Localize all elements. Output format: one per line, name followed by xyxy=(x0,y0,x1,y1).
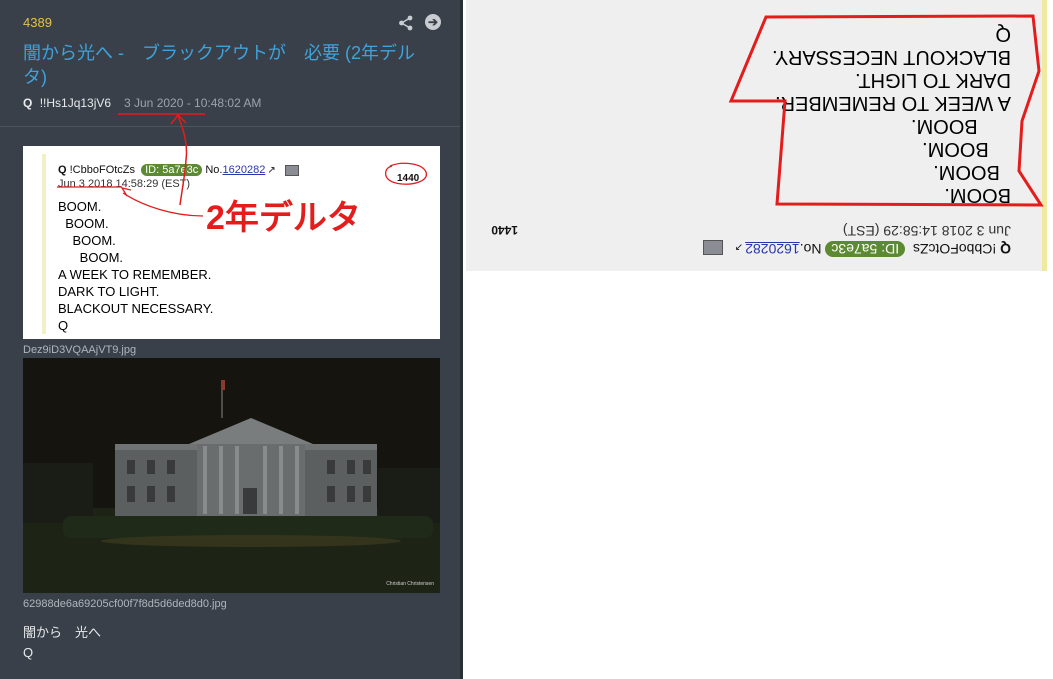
delta-annotation-label: 2年デルタ xyxy=(206,199,361,237)
attached-image-white-house[interactable]: Christian Christensen xyxy=(23,358,440,593)
arrow-right-circle-icon[interactable]: ➔ xyxy=(425,14,441,30)
message-line-2: Q xyxy=(23,645,34,660)
message-line-1: 闇から 光へ xyxy=(23,625,102,640)
post-date: 3 Jun 2020 - 10:48:02 AM xyxy=(124,96,262,110)
flipped-content: Q !CbboFOtcZs ID: 5a7e3c No.1620282↗ Jun… xyxy=(466,0,1047,271)
image-filename-1[interactable]: Dez9iD3VQAAjVT9.jpg xyxy=(23,344,136,356)
panel-edge xyxy=(460,0,463,679)
post-author: Q !!Hs1Jq13jV6 xyxy=(23,96,111,110)
white-house-photo xyxy=(23,358,440,593)
header-divider xyxy=(0,126,460,127)
photo-credit: Christian Christensen xyxy=(386,581,434,587)
post-message: 闇から 光へ Q xyxy=(23,623,101,663)
attached-image-quoted-post[interactable]: Q !CbboFOtcZs ID: 5a7e3c No.1620282 ↗ Jun… xyxy=(23,146,440,339)
flipped-text-outline xyxy=(728,14,1044,207)
author-name: Q xyxy=(23,96,33,110)
share-icon[interactable] xyxy=(398,15,414,31)
flipped-quoted-post: Q !CbboFOtcZs ID: 5a7e3c No.1620282↗ Jun… xyxy=(466,0,1047,271)
post-title[interactable]: 闇から光へ - ブラックアウトが 必要 (2年デルタ) xyxy=(23,41,438,89)
author-tripcode: !!Hs1Jq13jV6 xyxy=(39,96,112,110)
delta-arrow-annotation xyxy=(57,186,204,217)
post-number[interactable]: 4389 xyxy=(23,15,52,30)
image-filename-2[interactable]: 62988de6a69205cf00f7f8d5d6ded8d0.jpg xyxy=(23,598,227,610)
